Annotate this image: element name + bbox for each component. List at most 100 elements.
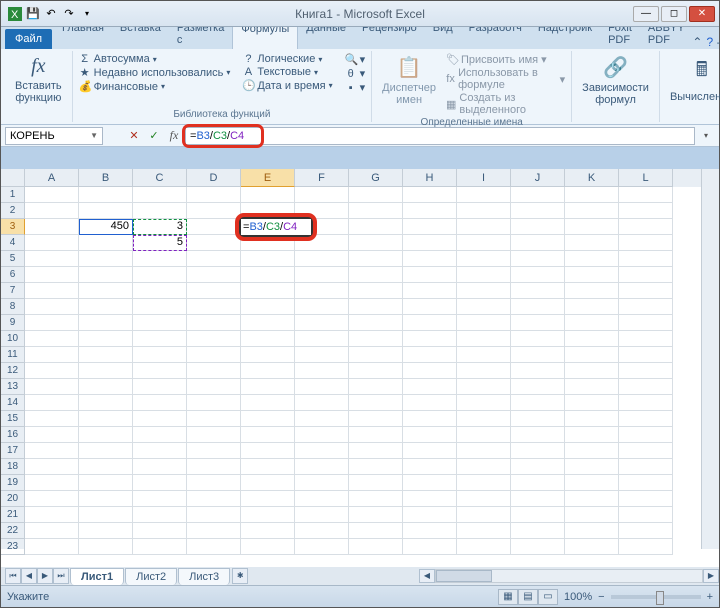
cell[interactable]: [403, 203, 457, 219]
sheet-nav-first[interactable]: ⏮: [5, 568, 21, 584]
cell[interactable]: [457, 267, 511, 283]
cell[interactable]: [295, 251, 349, 267]
cell[interactable]: [349, 507, 403, 523]
define-name-button[interactable]: 🏷Присвоить имя ▾: [446, 53, 565, 66]
column-header[interactable]: F: [295, 169, 349, 187]
cell[interactable]: [349, 331, 403, 347]
cell[interactable]: [349, 299, 403, 315]
cell[interactable]: [79, 491, 133, 507]
cell[interactable]: [511, 443, 565, 459]
cell[interactable]: [79, 539, 133, 555]
cell[interactable]: [619, 331, 673, 347]
row-header[interactable]: 18: [1, 459, 25, 475]
scroll-left-icon[interactable]: ◀: [419, 569, 435, 583]
cell[interactable]: [403, 395, 457, 411]
cell[interactable]: [349, 411, 403, 427]
cell[interactable]: [241, 491, 295, 507]
row-header[interactable]: 7: [1, 283, 25, 299]
cell[interactable]: [457, 539, 511, 555]
cell[interactable]: [241, 187, 295, 203]
cell[interactable]: [187, 203, 241, 219]
cell[interactable]: [619, 315, 673, 331]
cell[interactable]: [295, 539, 349, 555]
cell[interactable]: [457, 187, 511, 203]
cell[interactable]: [565, 331, 619, 347]
active-cell-editor[interactable]: =B3/C3/C4: [239, 217, 313, 237]
row-header[interactable]: 15: [1, 411, 25, 427]
cell[interactable]: [619, 523, 673, 539]
cell[interactable]: [457, 379, 511, 395]
calculation-button[interactable]: 🖩 Вычисление: [666, 53, 720, 105]
cell[interactable]: [565, 315, 619, 331]
cell[interactable]: [457, 411, 511, 427]
use-in-formula-button[interactable]: fxИспользовать в формуле ▾: [446, 67, 565, 91]
cell[interactable]: [565, 267, 619, 283]
cell[interactable]: [295, 187, 349, 203]
cell[interactable]: [295, 379, 349, 395]
cell[interactable]: [133, 347, 187, 363]
page-break-view-button[interactable]: ▭: [538, 589, 558, 605]
row-header[interactable]: 17: [1, 443, 25, 459]
row-header[interactable]: 3: [1, 219, 25, 235]
cell[interactable]: [619, 411, 673, 427]
cell[interactable]: [295, 363, 349, 379]
row-header[interactable]: 11: [1, 347, 25, 363]
new-sheet-button[interactable]: ✱: [232, 568, 248, 584]
cell[interactable]: [79, 475, 133, 491]
cell[interactable]: [565, 203, 619, 219]
cell[interactable]: [187, 411, 241, 427]
cell[interactable]: [295, 267, 349, 283]
cell[interactable]: [565, 507, 619, 523]
cell[interactable]: [295, 395, 349, 411]
cell[interactable]: [403, 539, 457, 555]
cell[interactable]: [457, 507, 511, 523]
row-header[interactable]: 21: [1, 507, 25, 523]
cell[interactable]: [565, 363, 619, 379]
cell[interactable]: [133, 187, 187, 203]
scroll-thumb[interactable]: [436, 570, 492, 582]
cell[interactable]: [511, 491, 565, 507]
cell[interactable]: [349, 443, 403, 459]
cell[interactable]: [565, 219, 619, 235]
row-header[interactable]: 8: [1, 299, 25, 315]
cell[interactable]: [25, 251, 79, 267]
row-header[interactable]: 14: [1, 395, 25, 411]
cell[interactable]: [511, 203, 565, 219]
cell[interactable]: [133, 315, 187, 331]
cell[interactable]: [241, 267, 295, 283]
column-header[interactable]: H: [403, 169, 457, 187]
undo-icon[interactable]: ↶: [43, 6, 59, 22]
cell[interactable]: [565, 475, 619, 491]
cell[interactable]: [457, 251, 511, 267]
cell[interactable]: [241, 459, 295, 475]
cell[interactable]: [241, 251, 295, 267]
row-header[interactable]: 5: [1, 251, 25, 267]
name-box-dropdown-icon[interactable]: ▼: [90, 131, 98, 140]
cell[interactable]: 3: [133, 219, 187, 235]
cell[interactable]: [619, 427, 673, 443]
cell[interactable]: [565, 459, 619, 475]
cell[interactable]: [403, 315, 457, 331]
cell[interactable]: [457, 235, 511, 251]
cell[interactable]: [187, 363, 241, 379]
recent-button[interactable]: ★Недавно использовались ▾: [79, 66, 231, 79]
cell[interactable]: [187, 395, 241, 411]
minimize-button[interactable]: —: [633, 6, 659, 22]
cell[interactable]: [511, 251, 565, 267]
cell[interactable]: [403, 251, 457, 267]
cell[interactable]: [619, 267, 673, 283]
column-header[interactable]: I: [457, 169, 511, 187]
column-header[interactable]: B: [79, 169, 133, 187]
cell[interactable]: [349, 427, 403, 443]
cell[interactable]: [511, 187, 565, 203]
cell[interactable]: [25, 187, 79, 203]
formula-input[interactable]: =B3/C3/C4: [185, 127, 695, 145]
cell[interactable]: [565, 251, 619, 267]
insert-fx-button[interactable]: fx: [165, 127, 183, 145]
cell[interactable]: [403, 331, 457, 347]
cell[interactable]: [619, 235, 673, 251]
cell[interactable]: [457, 459, 511, 475]
row-header[interactable]: 19: [1, 475, 25, 491]
row-header[interactable]: 1: [1, 187, 25, 203]
qat-dropdown-icon[interactable]: ▾: [79, 6, 95, 22]
